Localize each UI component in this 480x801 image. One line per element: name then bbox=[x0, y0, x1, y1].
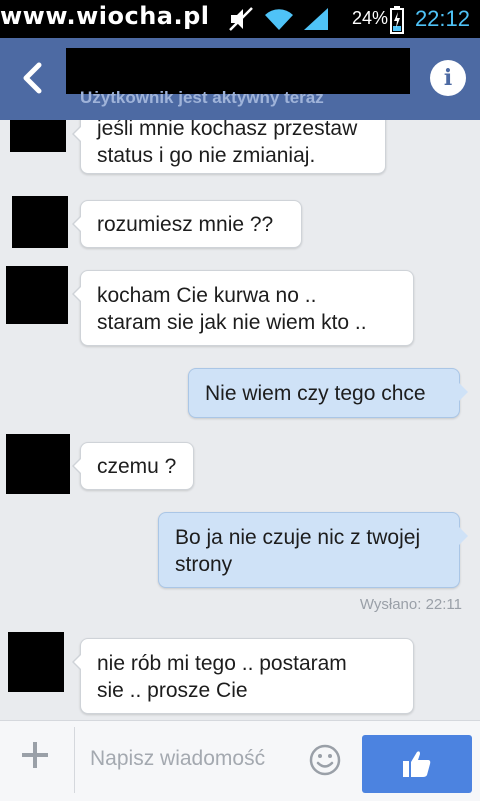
status-bar: www.wiocha.pl 24% 22:12 bbox=[0, 0, 480, 38]
wifi-icon bbox=[265, 9, 293, 31]
clock: 22:12 bbox=[414, 6, 470, 31]
message-line: czemu ? bbox=[97, 455, 177, 478]
add-attachment-button[interactable] bbox=[20, 739, 50, 779]
avatar bbox=[12, 196, 68, 248]
smiley-icon bbox=[309, 744, 341, 776]
avatar bbox=[6, 434, 70, 494]
message-bubble[interactable]: czemu ? bbox=[72, 442, 194, 490]
message-line: kocham Cie kurwa no .. bbox=[97, 284, 317, 307]
back-button[interactable] bbox=[8, 52, 56, 104]
conversation-header: Użytkownik jest aktywny teraz i bbox=[0, 38, 480, 120]
info-button[interactable]: i bbox=[430, 60, 466, 96]
mute-icon bbox=[229, 7, 253, 31]
message-bubble-sent[interactable]: Bo ja nie czuje nic z twojej strony bbox=[158, 512, 468, 588]
message-line: jeśli mnie kochasz przestaw bbox=[97, 120, 358, 140]
message-bubble[interactable]: kocham Cie kurwa no .. staram sie jak ni… bbox=[72, 270, 414, 346]
message-line: rozumiesz mnie ?? bbox=[97, 213, 274, 236]
emoji-button[interactable] bbox=[308, 743, 342, 777]
message-line: strony bbox=[175, 553, 233, 576]
message-line: Nie wiem czy tego chce bbox=[205, 382, 426, 405]
active-status: Użytkownik jest aktywny teraz bbox=[80, 88, 324, 107]
message-line: staram sie jak nie wiem kto .. bbox=[97, 311, 367, 334]
message-bubble[interactable]: rozumiesz mnie ?? bbox=[72, 200, 302, 248]
message-line: status i go nie zmianiaj. bbox=[97, 144, 316, 167]
signal-icon bbox=[304, 8, 328, 30]
plus-icon bbox=[22, 742, 48, 768]
message-bubble[interactable]: jeśli mnie kochasz przestaw status i go … bbox=[72, 120, 386, 174]
message-line: nie rób mi tego .. postaram bbox=[97, 652, 347, 675]
avatar bbox=[8, 632, 64, 692]
status-icons bbox=[228, 4, 330, 34]
chevron-left-icon bbox=[23, 62, 42, 94]
message-bubble-sent[interactable]: Nie wiem czy tego chce bbox=[188, 368, 468, 418]
thumbs-up-icon bbox=[403, 751, 431, 777]
message-bubble[interactable]: nie rób mi tego .. postaram sie .. prosz… bbox=[72, 638, 414, 714]
like-button[interactable] bbox=[362, 735, 472, 793]
message-line: Bo ja nie czuje nic z twojej bbox=[175, 526, 421, 549]
battery-percent: 24% bbox=[351, 8, 388, 28]
avatar bbox=[10, 120, 66, 152]
info-icon: i bbox=[443, 65, 453, 91]
message-line: sie .. prosze Cie bbox=[97, 679, 248, 702]
message-composer bbox=[0, 720, 480, 801]
watermark: www.wiocha.pl bbox=[0, 2, 210, 30]
battery-icon bbox=[390, 6, 404, 34]
divider bbox=[74, 727, 75, 793]
message-thread[interactable]: jeśli mnie kochasz przestaw status i go … bbox=[0, 120, 480, 720]
avatar bbox=[6, 266, 68, 324]
message-input[interactable] bbox=[82, 739, 302, 779]
sent-timestamp: Wysłano: 22:11 bbox=[359, 596, 462, 613]
